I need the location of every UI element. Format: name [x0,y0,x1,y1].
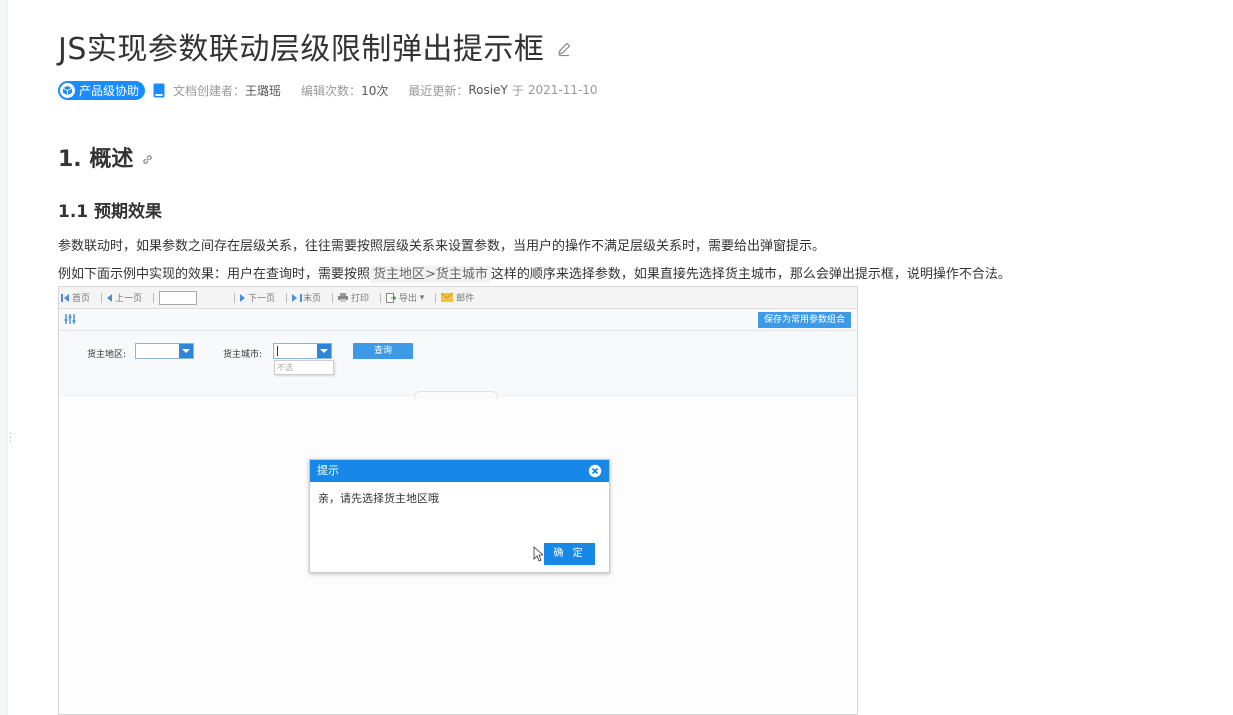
edit-count-label: 编辑次数： [301,83,362,98]
document-icon [153,83,165,97]
edit-icon[interactable] [556,41,572,57]
report-toolbar: 首页 上一页 下一页 末页 打印 导出 ▾ 邮件 [59,287,857,309]
print-label: 打印 [350,294,369,304]
dialog-message: 亲，请先选择货主地区哦 [318,492,439,505]
section-heading: 1. 概述 [58,141,154,173]
drag-handle-icon[interactable]: · · · [9,430,12,448]
section-heading-text: 1. 概述 [58,147,134,172]
save-combo-button[interactable]: 保存为常用参数组合 [757,312,851,328]
edit-count: 10次 [361,83,389,98]
parameter-header: 保存为常用参数组合 [59,309,857,331]
example-screenshot: 首页 上一页 下一页 末页 打印 导出 ▾ 邮件 保存为常用参数组合 货主地区:… [58,286,858,715]
printer-icon [338,293,349,302]
query-button[interactable]: 查询 [353,343,413,359]
updated-prefix: 于 [511,83,524,98]
export-icon [385,292,396,303]
next-page-button[interactable]: 下一页 [240,291,275,304]
chevron-down-icon[interactable] [317,344,331,358]
mail-label: 邮件 [456,294,475,304]
close-icon[interactable] [588,464,602,478]
region-label: 货主地区: [87,350,127,360]
updated-label: 最近更新： [408,83,469,98]
subsection-heading: 1.1 预期效果 [58,202,163,222]
creator-label: 文档创建者： [173,83,246,98]
prev-page-label: 上一页 [115,294,143,304]
first-page-label: 首页 [72,294,91,304]
cube-icon [60,82,75,98]
print-button[interactable]: 打印 [338,291,369,304]
mail-button[interactable]: 邮件 [441,291,474,304]
last-page-button[interactable]: 末页 [292,291,321,304]
left-rail [0,0,8,715]
mouse-cursor-icon [533,546,543,562]
updated-date: 2021-11-10 [527,83,598,97]
parameter-panel: 货主地区: 货主城市: 不选 查询 [59,331,857,399]
updated-by[interactable]: RosieY [468,83,507,97]
city-select[interactable] [273,343,332,359]
dialog-title: 提示 [317,464,339,477]
dialog-header: 提示 [310,460,609,482]
last-page-label: 末页 [303,294,322,304]
paragraph-example-end: 这样的顺序来选择参数，如果直接先选择货主城市，那么会弹出提示框，说明操作不合法。 [490,267,1011,282]
inline-code: 货主地区>货主城市 [370,266,491,283]
badge-label: 产品级协助 [79,83,140,98]
city-dropdown-option[interactable]: 不选 [274,360,334,375]
prev-page-button[interactable]: 上一页 [107,291,142,304]
next-page-label: 下一页 [248,294,276,304]
sliders-icon[interactable] [63,312,77,326]
export-button[interactable]: 导出 ▾ [385,291,424,304]
paragraph-intro: 参数联动时，如果参数之间存在层级关系，往往需要按照层级关系来设置参数，当用户的操… [58,239,826,254]
paragraph-example-start: 例如下面示例中实现的效果：用户在查询时，需要按照 [58,267,371,282]
page-title-text: JS实现参数联动层级限制弹出提示框 [58,32,545,67]
page-number-input[interactable] [159,290,198,305]
category-badge[interactable]: 产品级协助 [58,80,146,100]
paragraph-example: 例如下面示例中实现的效果：用户在查询时，需要按照 货主地区>货主城市 这样的顺序来选… [58,263,1011,283]
text-caret [277,346,278,356]
export-label: 导出 [398,294,417,304]
creator-name[interactable]: 王璐瑶 [245,82,281,99]
collapse-toggle[interactable] [414,391,498,399]
mail-icon [441,293,454,302]
region-select[interactable] [135,343,194,359]
chevron-down-icon[interactable] [179,344,193,358]
alert-dialog: 提示 亲，请先选择货主地区哦 确 定 [309,459,610,573]
link-icon[interactable] [141,153,154,166]
city-label: 货主城市: [223,350,263,360]
first-page-button[interactable]: 首页 [61,291,90,304]
ok-button[interactable]: 确 定 [544,543,595,565]
doc-meta: 产品级协助 文档创建者： 王璐瑶 编辑次数： 10次 最近更新： RosieY … [58,80,598,100]
page-title: JS实现参数联动层级限制弹出提示框 [58,24,572,68]
